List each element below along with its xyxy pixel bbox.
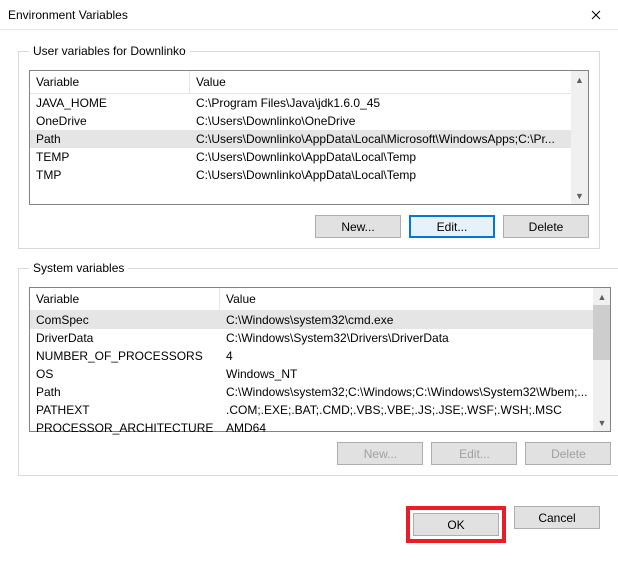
cell-value: AMD64: [220, 419, 593, 437]
cell-value: C:\Users\Downlinko\OneDrive: [190, 112, 571, 130]
table-row[interactable]: PATHEXT .COM;.EXE;.BAT;.CMD;.VBS;.VBE;.J…: [30, 401, 593, 419]
scroll-down-icon[interactable]: ▼: [593, 414, 610, 431]
scroll-down-icon[interactable]: ▼: [571, 187, 588, 204]
system-delete-button[interactable]: Delete: [525, 442, 611, 465]
scroll-up-icon[interactable]: ▲: [571, 71, 588, 88]
scroll-thumb[interactable]: [593, 305, 610, 360]
column-header-value[interactable]: Value: [220, 288, 593, 310]
cell-value: .COM;.EXE;.BAT;.CMD;.VBS;.VBE;.JS;.JSE;.…: [220, 401, 593, 419]
table-header: Variable Value: [30, 288, 593, 311]
cell-value: C:\Program Files\Java\jdk1.6.0_45: [190, 94, 571, 112]
ok-highlight-box: OK: [406, 506, 506, 543]
cell-variable: OS: [30, 365, 220, 383]
user-variables-legend: User variables for Downlinko: [29, 44, 190, 58]
table-row[interactable]: OS Windows_NT: [30, 365, 593, 383]
cell-value: 4: [220, 347, 593, 365]
window-title: Environment Variables: [8, 8, 573, 22]
table-row[interactable]: PROCESSOR_ARCHITECTURE AMD64: [30, 419, 593, 437]
system-new-button[interactable]: New...: [337, 442, 423, 465]
cell-variable: OneDrive: [30, 112, 190, 130]
table-row[interactable]: TEMP C:\Users\Downlinko\AppData\Local\Te…: [30, 148, 571, 166]
table-row[interactable]: Path C:\Windows\system32;C:\Windows;C:\W…: [30, 383, 593, 401]
cell-value: C:\Windows\System32\Drivers\DriverData: [220, 329, 593, 347]
cancel-button[interactable]: Cancel: [514, 506, 600, 529]
cell-variable: Path: [30, 383, 220, 401]
system-variables-group: System variables Variable Value ComSpec …: [18, 261, 618, 476]
user-variables-table[interactable]: Variable Value JAVA_HOME C:\Program File…: [29, 70, 589, 205]
cell-variable: TEMP: [30, 148, 190, 166]
user-variables-group: User variables for Downlinko Variable Va…: [18, 44, 600, 249]
cell-variable: PROCESSOR_ARCHITECTURE: [30, 419, 220, 437]
cell-value: C:\Users\Downlinko\AppData\Local\Microso…: [190, 130, 571, 148]
system-variables-table[interactable]: Variable Value ComSpec C:\Windows\system…: [29, 287, 611, 432]
ok-button[interactable]: OK: [413, 513, 499, 536]
table-header: Variable Value: [30, 71, 571, 94]
cell-value: Windows_NT: [220, 365, 593, 383]
cell-value: C:\Windows\system32\cmd.exe: [220, 311, 593, 329]
cell-variable: ComSpec: [30, 311, 220, 329]
cell-variable: DriverData: [30, 329, 220, 347]
cell-value: C:\Users\Downlinko\AppData\Local\Temp: [190, 148, 571, 166]
table-row[interactable]: JAVA_HOME C:\Program Files\Java\jdk1.6.0…: [30, 94, 571, 112]
table-row[interactable]: DriverData C:\Windows\System32\Drivers\D…: [30, 329, 593, 347]
cell-value: C:\Users\Downlinko\AppData\Local\Temp: [190, 166, 571, 184]
cell-variable: PATHEXT: [30, 401, 220, 419]
scroll-up-icon[interactable]: ▲: [593, 288, 610, 305]
user-edit-button[interactable]: Edit...: [409, 215, 495, 238]
system-variables-legend: System variables: [29, 261, 128, 275]
scrollbar[interactable]: ▲ ▼: [571, 71, 588, 204]
table-row[interactable]: ComSpec C:\Windows\system32\cmd.exe: [30, 311, 593, 329]
cell-variable: Path: [30, 130, 190, 148]
titlebar: Environment Variables: [0, 0, 618, 30]
scrollbar[interactable]: ▲ ▼: [593, 288, 610, 431]
column-header-value[interactable]: Value: [190, 71, 571, 93]
table-row[interactable]: Path C:\Users\Downlinko\AppData\Local\Mi…: [30, 130, 571, 148]
user-new-button[interactable]: New...: [315, 215, 401, 238]
column-header-variable[interactable]: Variable: [30, 288, 220, 310]
scroll-track[interactable]: [593, 305, 610, 414]
table-row[interactable]: NUMBER_OF_PROCESSORS 4: [30, 347, 593, 365]
column-header-variable[interactable]: Variable: [30, 71, 190, 93]
cell-value: C:\Windows\system32;C:\Windows;C:\Window…: [220, 383, 593, 401]
close-icon: [591, 10, 601, 20]
system-edit-button[interactable]: Edit...: [431, 442, 517, 465]
cell-variable: TMP: [30, 166, 190, 184]
cell-variable: NUMBER_OF_PROCESSORS: [30, 347, 220, 365]
user-delete-button[interactable]: Delete: [503, 215, 589, 238]
scroll-track[interactable]: [571, 88, 588, 187]
table-row[interactable]: TMP C:\Users\Downlinko\AppData\Local\Tem…: [30, 166, 571, 184]
close-button[interactable]: [573, 0, 618, 30]
table-row[interactable]: OneDrive C:\Users\Downlinko\OneDrive: [30, 112, 571, 130]
cell-variable: JAVA_HOME: [30, 94, 190, 112]
